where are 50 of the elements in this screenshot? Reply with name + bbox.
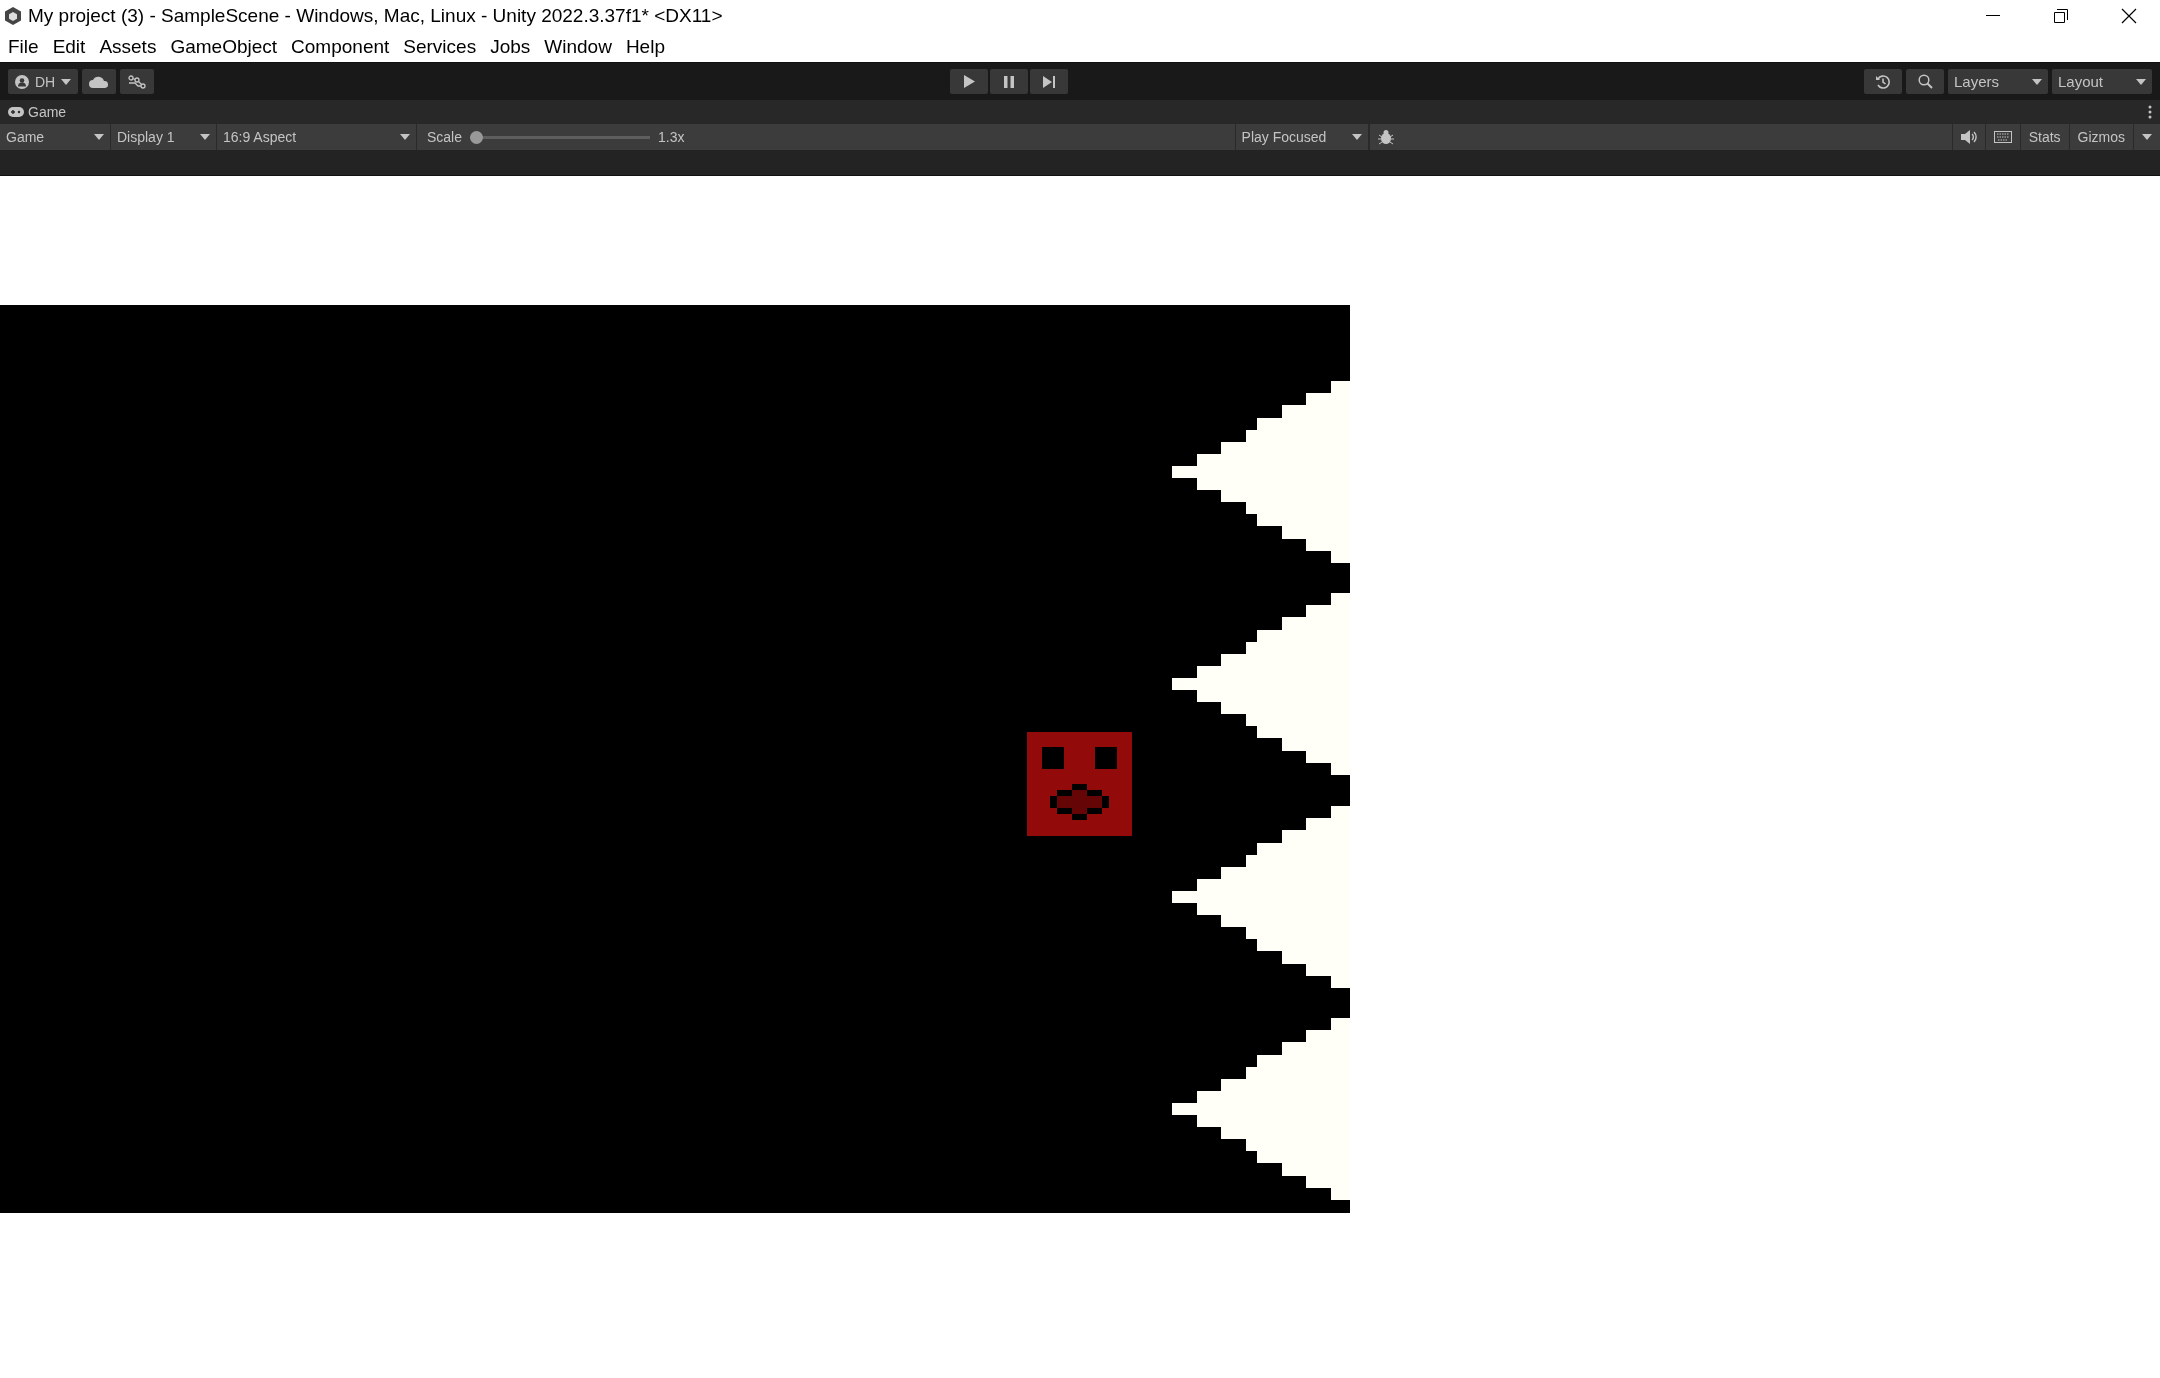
caret-icon xyxy=(2142,134,2152,140)
pause-icon xyxy=(1004,75,1014,88)
history-icon xyxy=(1875,73,1891,90)
account-dropdown[interactable]: DH xyxy=(8,69,78,94)
caret-icon xyxy=(61,78,72,85)
bug-icon xyxy=(1377,129,1394,145)
menu-item[interactable]: Window xyxy=(544,36,612,58)
close-icon xyxy=(2121,8,2137,24)
gamepad-icon xyxy=(8,107,24,117)
history-button[interactable] xyxy=(1864,69,1902,94)
menu-item[interactable]: Component xyxy=(291,36,390,58)
scale-label: Scale xyxy=(427,129,463,145)
menu-item[interactable]: Services xyxy=(403,36,477,58)
slider-thumb[interactable] xyxy=(470,130,484,144)
layers-dropdown[interactable]: Layers xyxy=(1948,69,2048,94)
cloud-button[interactable] xyxy=(82,69,116,94)
caret-icon xyxy=(2032,78,2042,85)
window-title: My project (3) - SampleScene - Windows, Mac, Linux - Unity 2022.3.37f1* <DX11> xyxy=(28,5,724,27)
game-tab[interactable]: Game xyxy=(8,104,67,120)
menu-item[interactable]: Help xyxy=(625,36,665,58)
menu-item[interactable]: GameObject xyxy=(170,36,278,58)
version-control-button[interactable] xyxy=(120,69,154,94)
step-icon xyxy=(1043,75,1055,88)
layout-dropdown[interactable]: Layout xyxy=(2052,69,2152,94)
menu-item[interactable]: Edit xyxy=(52,36,86,58)
cloud-icon xyxy=(89,75,109,88)
caret-icon xyxy=(200,134,210,140)
restore-icon xyxy=(2054,9,2068,23)
caret-icon xyxy=(2136,78,2146,85)
play-button[interactable] xyxy=(950,69,988,94)
play-mode-dropdown[interactable]: Play Focused xyxy=(1234,124,1369,150)
search-icon xyxy=(1917,74,1933,89)
search-button[interactable] xyxy=(1906,69,1944,94)
menu-item[interactable]: Assets xyxy=(99,36,157,58)
scale-value: 1.3x xyxy=(658,129,685,145)
menu-item[interactable]: File xyxy=(8,36,39,58)
pause-button[interactable] xyxy=(990,69,1028,94)
user-icon xyxy=(14,74,29,89)
caret-icon xyxy=(94,134,104,140)
caret-icon xyxy=(1351,134,1362,140)
step-button[interactable] xyxy=(1030,69,1068,94)
speaker-icon xyxy=(1960,130,1977,144)
more-options-icon[interactable] xyxy=(2148,105,2152,119)
keyboard-icon xyxy=(1993,131,2012,143)
caret-icon xyxy=(400,134,410,140)
menu-item[interactable]: Jobs xyxy=(490,36,531,58)
branch-icon xyxy=(128,74,146,89)
minimize-icon xyxy=(1986,15,2000,17)
play-icon xyxy=(963,75,975,88)
unity-logo-icon xyxy=(4,6,22,26)
